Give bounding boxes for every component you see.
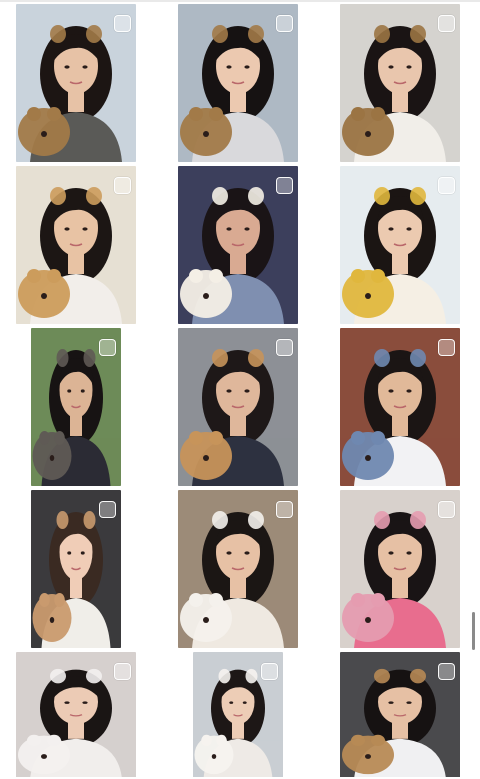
gallery-cell[interactable]: [320, 326, 480, 488]
select-checkbox-icon[interactable]: [99, 339, 116, 356]
select-checkbox-icon[interactable]: [438, 339, 455, 356]
select-checkbox-icon[interactable]: [276, 177, 293, 194]
gallery-cell[interactable]: [160, 488, 320, 650]
select-checkbox-icon[interactable]: [438, 177, 455, 194]
gallery-cell[interactable]: [0, 488, 160, 650]
select-checkbox-icon[interactable]: [276, 15, 293, 32]
scrollbar-thumb[interactable]: [472, 612, 475, 650]
gallery-cell[interactable]: [160, 650, 320, 777]
select-checkbox-icon[interactable]: [99, 501, 116, 518]
gallery-cell[interactable]: [0, 2, 160, 164]
select-checkbox-icon[interactable]: [114, 15, 131, 32]
select-checkbox-icon[interactable]: [261, 663, 278, 680]
select-checkbox-icon[interactable]: [438, 501, 455, 518]
select-checkbox-icon[interactable]: [114, 177, 131, 194]
gallery-cell[interactable]: [0, 650, 160, 777]
select-checkbox-icon[interactable]: [438, 663, 455, 680]
select-checkbox-icon[interactable]: [276, 339, 293, 356]
select-checkbox-icon[interactable]: [438, 15, 455, 32]
select-checkbox-icon[interactable]: [276, 501, 293, 518]
gallery-cell[interactable]: [320, 650, 480, 777]
gallery-cell[interactable]: [320, 2, 480, 164]
select-checkbox-icon[interactable]: [114, 663, 131, 680]
gallery-cell[interactable]: [160, 164, 320, 326]
photo-grid: [0, 0, 480, 779]
gallery-cell[interactable]: [320, 164, 480, 326]
gallery-cell[interactable]: [320, 488, 480, 650]
gallery-cell[interactable]: [160, 2, 320, 164]
gallery-cell[interactable]: [160, 326, 320, 488]
gallery-cell[interactable]: [0, 326, 160, 488]
gallery-cell[interactable]: [0, 164, 160, 326]
